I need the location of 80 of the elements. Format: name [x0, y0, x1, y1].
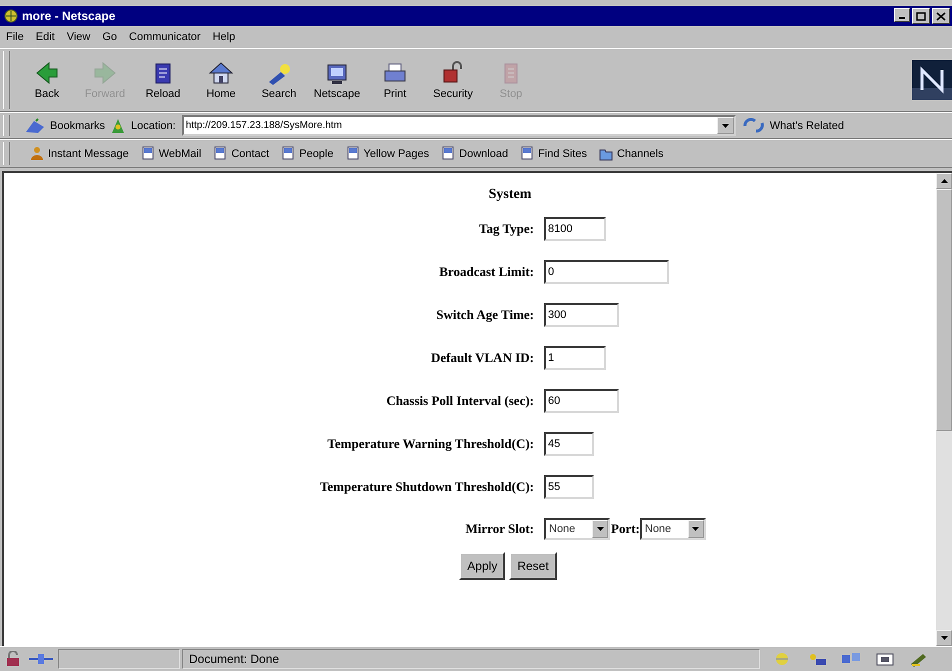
- maximize-button[interactable]: [912, 8, 930, 24]
- bookmark-link[interactable]: Instant Message: [30, 146, 129, 161]
- input-field[interactable]: 55: [544, 475, 594, 499]
- field-label: Temperature Shutdown Threshold(C):: [318, 479, 534, 495]
- related-icon: [742, 118, 766, 134]
- maximize-icon: [916, 12, 926, 20]
- whats-related-button[interactable]: What's Related: [742, 118, 844, 134]
- down-arrow-icon: [940, 636, 948, 640]
- scrollbar[interactable]: [936, 173, 952, 646]
- close-button[interactable]: [932, 8, 950, 24]
- mail-icon: [874, 651, 896, 667]
- lock-icon: [4, 651, 22, 667]
- bookmarks-button[interactable]: Bookmarks: [24, 118, 106, 134]
- location-label: Location:: [131, 120, 176, 132]
- bookmark-page-icon: [140, 146, 155, 161]
- input-field[interactable]: 60: [544, 389, 619, 413]
- toolbar-button[interactable]: Netscape: [308, 60, 366, 100]
- field-label: Chassis Poll Interval (sec):: [385, 393, 534, 409]
- window-title: more - Netscape: [22, 9, 116, 23]
- toolbar-button[interactable]: Reload: [134, 60, 192, 100]
- field-label: Temperature Warning Threshold(C):: [326, 436, 534, 452]
- field-label: Switch Age Time:: [435, 307, 534, 323]
- caret-icon: [722, 124, 729, 128]
- dropdown-button[interactable]: [716, 117, 734, 134]
- input-field[interactable]: 300: [544, 303, 619, 327]
- dropdown[interactable]: None: [544, 518, 610, 540]
- location-icon: [111, 118, 126, 134]
- field-label: Tag Type:: [478, 221, 534, 237]
- field-label: Default VLAN ID:: [430, 350, 534, 366]
- input-field[interactable]: 45: [544, 432, 594, 456]
- form-button[interactable]: Apply: [459, 552, 506, 580]
- bookmark-page-icon: [213, 146, 228, 161]
- bookmark-link[interactable]: Find Sites: [520, 146, 587, 161]
- bookmark-page-icon: [441, 146, 456, 161]
- letter-logo-icon: [912, 60, 952, 100]
- status-text: Document: Done: [182, 649, 760, 669]
- toolbar-button[interactable]: Search: [250, 60, 308, 100]
- menu-item[interactable]: Communicator: [129, 31, 201, 43]
- menu-item[interactable]: Go: [102, 31, 118, 43]
- bookmark-link[interactable]: Yellow Pages: [346, 146, 430, 161]
- field-label: Port:: [611, 521, 640, 537]
- toolbar-button[interactable]: Security: [424, 60, 482, 100]
- caret-icon: [596, 527, 604, 531]
- toolbar-grip[interactable]: [3, 51, 10, 109]
- bookmark-icon: [24, 118, 46, 134]
- toolbar-button[interactable]: Print: [366, 60, 424, 100]
- field-label: Mirror Slot:: [464, 521, 534, 537]
- house-icon: [207, 60, 235, 86]
- bookmark-link[interactable]: Channels: [598, 146, 664, 161]
- close-icon: [936, 12, 946, 20]
- input-field[interactable]: 0: [544, 260, 669, 284]
- minimize-button[interactable]: [894, 8, 910, 22]
- dropdown[interactable]: None: [640, 518, 706, 540]
- bookmark-link[interactable]: People: [281, 146, 334, 161]
- minimize-icon: [899, 17, 905, 19]
- toolbar-grip[interactable]: [3, 142, 10, 165]
- caret-icon: [692, 527, 700, 531]
- url-field[interactable]: http://209.157.23.188/SysMore.htm: [182, 115, 736, 136]
- input-field[interactable]: 8100: [544, 217, 606, 241]
- bookmark-link[interactable]: WebMail: [140, 146, 202, 161]
- person-icon: [30, 146, 44, 161]
- menu-item[interactable]: Help: [212, 31, 236, 43]
- toolbar-button[interactable]: Home: [192, 60, 250, 100]
- bookmark-link[interactable]: Contact: [213, 146, 270, 161]
- menu-item[interactable]: File: [6, 31, 24, 43]
- menu-item[interactable]: View: [66, 31, 90, 43]
- browser-icon: [4, 9, 18, 23]
- bookmark-page-icon: [520, 146, 534, 161]
- menu-item[interactable]: Edit: [36, 31, 55, 43]
- connection-icon: [28, 651, 54, 667]
- input-field[interactable]: 1: [544, 346, 606, 370]
- form-button[interactable]: Reset: [509, 552, 557, 580]
- bookmark-link[interactable]: Download: [441, 146, 508, 161]
- bookmark-page-icon: [281, 146, 296, 161]
- up-arrow-icon: [940, 179, 948, 183]
- field-label: Broadcast Limit:: [438, 264, 534, 280]
- section-heading: System: [488, 187, 532, 203]
- toolbar-grip[interactable]: [3, 115, 10, 136]
- bookmark-page-icon: [346, 146, 360, 161]
- toolbar-button[interactable]: Back: [18, 60, 76, 100]
